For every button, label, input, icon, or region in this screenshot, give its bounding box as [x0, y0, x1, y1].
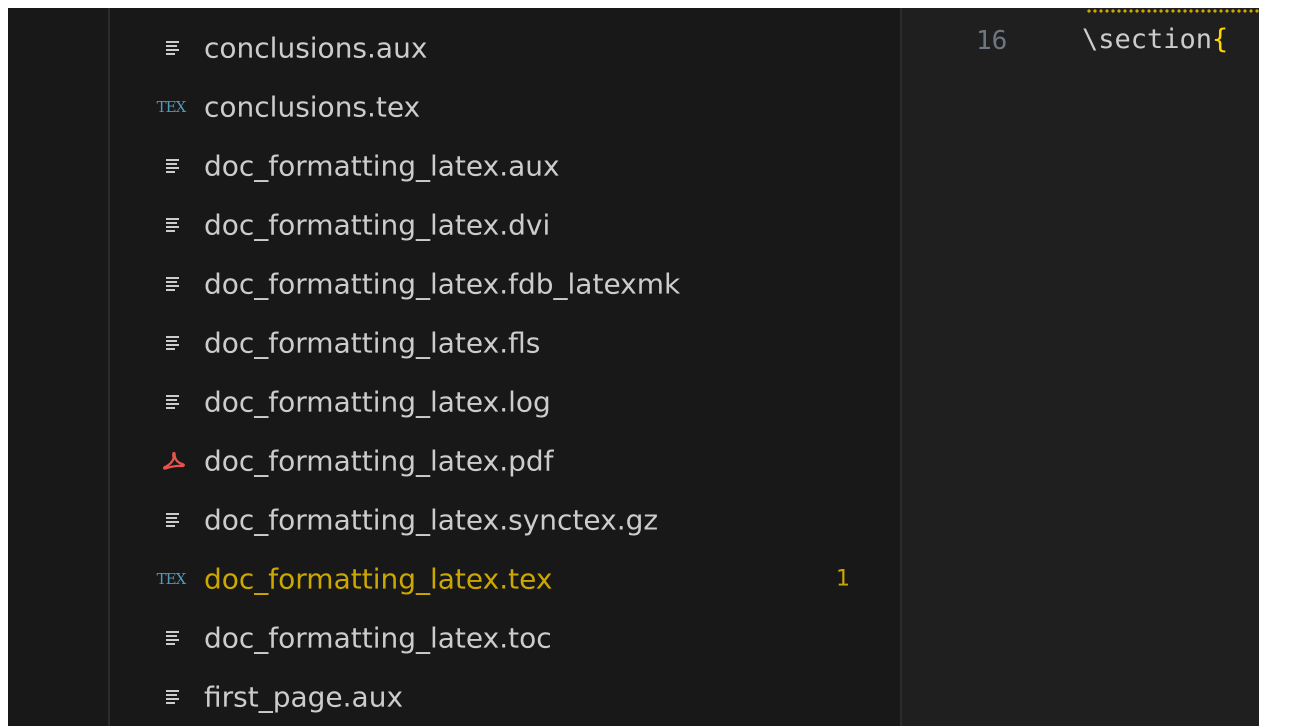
file-name: doc_formatting_latex.aux — [204, 149, 560, 182]
file-item-doc-formatting-latex-tex[interactable]: TEX doc_formatting_latex.tex 1 — [110, 549, 900, 608]
file-item-doc-formatting-latex-toc[interactable]: doc_formatting_latex.toc — [110, 608, 900, 667]
code-text[interactable]: \section{ — [1082, 24, 1228, 55]
file-item-conclusions-tex[interactable]: TEX conclusions.tex — [110, 77, 900, 136]
file-item-doc-formatting-latex-pdf[interactable]: doc_formatting_latex.pdf — [110, 431, 900, 490]
file-item-doc-formatting-latex-log[interactable]: doc_formatting_latex.log — [110, 372, 900, 431]
text-file-icon — [162, 626, 186, 650]
text-file-icon — [162, 213, 186, 237]
code-line[interactable]: 16 \section{ — [902, 22, 1259, 72]
explorer-file-list: conclusions.aux TEX conclusions.tex doc_… — [110, 18, 900, 726]
vscode-window: conclusions.aux TEX conclusions.tex doc_… — [0, 0, 1298, 726]
file-name: doc_formatting_latex.synctex.gz — [204, 503, 659, 536]
text-file-icon — [162, 272, 186, 296]
file-item-doc-formatting-latex-aux[interactable]: doc_formatting_latex.aux — [110, 136, 900, 195]
file-name: conclusions.tex — [204, 90, 421, 123]
file-item-doc-formatting-latex-synctex-gz[interactable]: doc_formatting_latex.synctex.gz — [110, 490, 900, 549]
file-name: conclusions.aux — [204, 31, 428, 64]
file-name: doc_formatting_latex.fls — [204, 326, 541, 359]
open-brace: { — [1212, 24, 1229, 55]
text-file-icon — [162, 331, 186, 355]
file-name: doc_formatting_latex.fdb_latexmk — [204, 267, 681, 300]
file-item-first-page-aux[interactable]: first_page.aux — [110, 667, 900, 726]
file-name: doc_formatting_latex.dvi — [204, 208, 551, 241]
text-file-icon — [162, 154, 186, 178]
file-name: first_page.aux — [204, 680, 404, 713]
text-file-icon — [162, 685, 186, 709]
file-name: doc_formatting_latex.pdf — [204, 444, 554, 477]
tex-icon-label: TEX — [156, 569, 187, 588]
tex-file-icon: TEX — [157, 95, 187, 119]
text-file-icon — [162, 508, 186, 532]
problem-count-badge: 1 — [836, 566, 850, 591]
explorer-sidebar: conclusions.aux TEX conclusions.tex doc_… — [110, 8, 900, 726]
pdf-file-icon — [162, 449, 186, 473]
file-name: doc_formatting_latex.tex — [204, 562, 553, 595]
tex-icon-label: TEX — [156, 97, 187, 116]
file-name: doc_formatting_latex.toc — [204, 621, 552, 654]
code-editor[interactable]: 16 \section{ — [902, 8, 1259, 726]
activity-bar — [8, 8, 108, 726]
text-file-icon — [162, 36, 186, 60]
text-file-icon — [162, 390, 186, 414]
latex-command: \section — [1082, 24, 1213, 55]
file-item-doc-formatting-latex-dvi[interactable]: doc_formatting_latex.dvi — [110, 195, 900, 254]
line-number: 16 — [976, 26, 1008, 56]
file-name: doc_formatting_latex.log — [204, 385, 551, 418]
file-item-doc-formatting-latex-fdb-latexmk[interactable]: doc_formatting_latex.fdb_latexmk — [110, 254, 900, 313]
file-item-conclusions-aux[interactable]: conclusions.aux — [110, 18, 900, 77]
file-item-doc-formatting-latex-fls[interactable]: doc_formatting_latex.fls — [110, 313, 900, 372]
warning-squiggle — [1086, 8, 1259, 14]
tex-file-icon: TEX — [157, 567, 187, 591]
